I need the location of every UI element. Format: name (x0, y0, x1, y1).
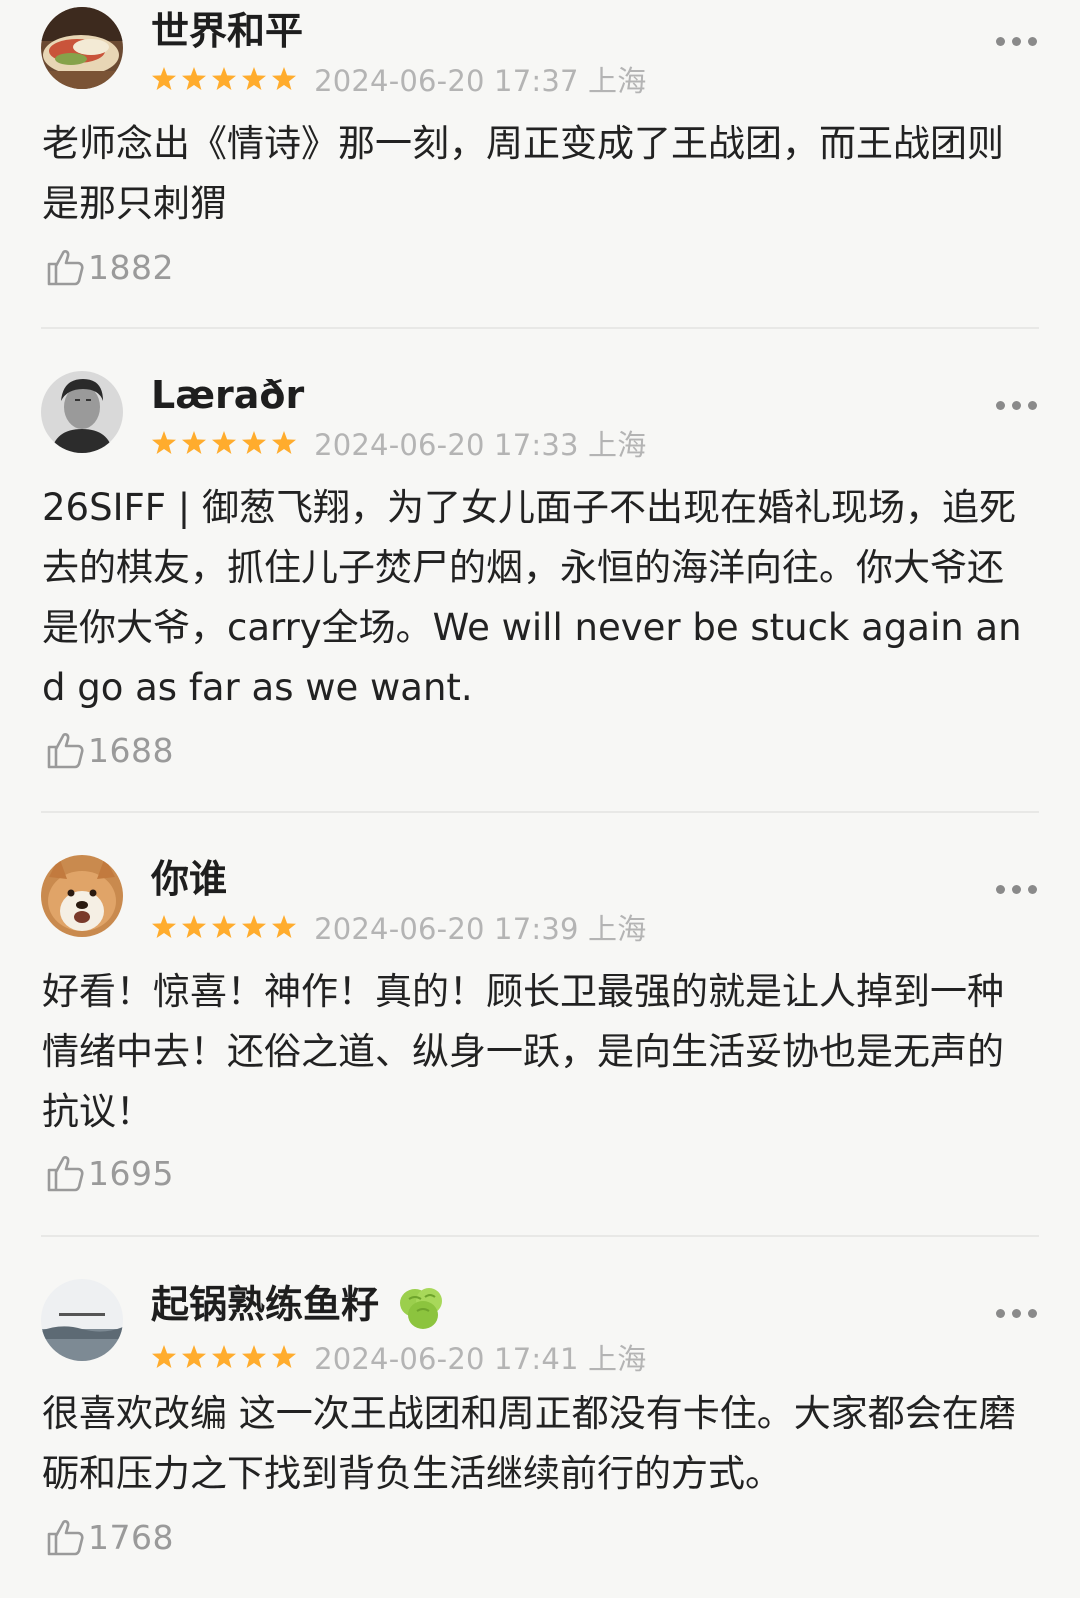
review-meta: 2024-06-20 17:33 上海 (151, 422, 646, 462)
username[interactable]: 你谁 (151, 857, 227, 901)
divider (41, 327, 1039, 329)
username[interactable]: 起锅熟练鱼籽 (151, 1281, 447, 1333)
thumbs-up-icon (47, 1156, 84, 1192)
like-count: 1695 (88, 1153, 174, 1193)
username[interactable]: 世界和平 (151, 9, 303, 53)
review-text: 好看！惊喜！神作！真的！顾长卫最强的就是让人掉到一种情绪中去！还俗之道、纵身一跃… (42, 970, 1004, 1133)
more-dots-icon[interactable] (996, 398, 1038, 412)
star-rating (151, 66, 297, 92)
more-dots-icon[interactable] (996, 1306, 1038, 1320)
username-text: 起锅熟练鱼籽 (151, 1282, 380, 1327)
like-count: 1768 (88, 1517, 174, 1557)
timestamp: 2024-06-20 17:39 上海 (314, 912, 647, 946)
username[interactable]: Læraðr (151, 373, 304, 417)
review-meta: 2024-06-20 17:41 上海 (151, 1336, 646, 1376)
divider (41, 811, 1039, 813)
like-button[interactable]: 1768 (44, 1516, 174, 1560)
divider (41, 1235, 1039, 1237)
avatar[interactable] (41, 7, 123, 89)
review-text: 很喜欢改编 这一次王战团和周正都没有卡住。大家都会在磨砺和压力之下找到背负生活继… (42, 1392, 1016, 1495)
review-text: 老师念出《情诗》那一刻，周正变成了王战团，而王战团则是那只刺猬 (42, 122, 1004, 225)
timestamp: 2024-06-20 17:33 上海 (314, 428, 647, 462)
avatar[interactable] (41, 1279, 123, 1361)
review-meta: 2024-06-20 17:37 上海 (151, 58, 646, 98)
like-count: 1688 (88, 730, 174, 770)
review-meta: 2024-06-20 17:39 上海 (151, 906, 646, 946)
more-dots-icon[interactable] (996, 34, 1038, 48)
green-hop-badge-icon (400, 1288, 443, 1329)
thumbs-up-icon (47, 1520, 84, 1556)
star-rating (151, 1344, 297, 1370)
more-dots-icon[interactable] (996, 882, 1038, 896)
thumbs-up-icon (47, 250, 84, 286)
like-button[interactable]: 1695 (44, 1152, 174, 1196)
thumbs-up-icon (47, 733, 84, 769)
like-count: 1882 (88, 247, 174, 287)
star-rating (151, 914, 297, 940)
avatar[interactable] (41, 855, 123, 937)
review-text: 26SIFF | 御葱飞翔，为了女儿面子不出现在婚礼现场，追死去的棋友，抓住儿子… (42, 486, 1022, 709)
avatar[interactable] (41, 371, 123, 453)
like-button[interactable]: 1688 (44, 729, 174, 773)
timestamp: 2024-06-20 17:41 上海 (314, 1342, 647, 1376)
like-button[interactable]: 1882 (44, 246, 174, 290)
timestamp: 2024-06-20 17:37 上海 (314, 64, 647, 98)
star-rating (151, 430, 297, 456)
